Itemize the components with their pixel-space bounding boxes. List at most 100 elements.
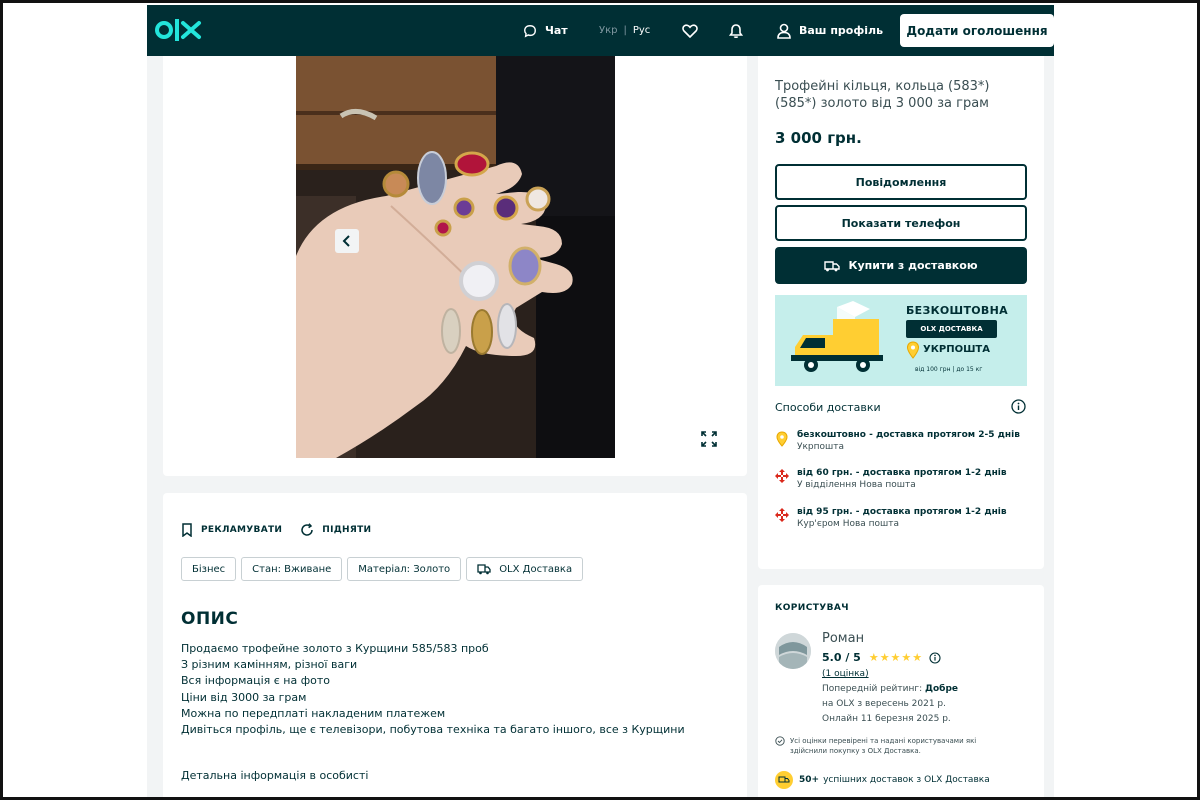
- language-switch: Укр | Рус: [599, 5, 650, 56]
- delivery-option-main: від 60 грн. - доставка протягом 1-2 днів: [797, 468, 1007, 478]
- raise-label: ПІДНЯТИ: [322, 525, 372, 535]
- promo-carrier: УКРПОШТА: [923, 344, 990, 355]
- seller-heading: КОРИСТУВАЧ: [775, 603, 849, 613]
- fullscreen-button[interactable]: [699, 429, 719, 449]
- heart-icon: [682, 23, 698, 38]
- seller-rating: 5.0 / 5 ★★★★★: [822, 651, 941, 664]
- previous-rating-label: Попередній рейтинг:: [822, 684, 923, 694]
- profile-label: Ваш профіль: [799, 24, 884, 37]
- buy-with-delivery-button[interactable]: Купити з доставкою: [775, 247, 1027, 284]
- olx-logo[interactable]: [155, 16, 207, 44]
- ad-title: Трофейні кільця, кольца (583*) (585*) зо…: [775, 79, 990, 111]
- bookmark-icon: [182, 523, 192, 537]
- tag-business: Бізнес: [181, 557, 237, 581]
- description-line: Продаємо трофейне золото з Курщини 585/5…: [181, 642, 489, 655]
- info-icon[interactable]: [1011, 399, 1026, 414]
- listing-details: РЕКЛАМУВАТИ ПІДНЯТИ Бізнес Стан: Вживане…: [163, 493, 747, 797]
- listing-photo[interactable]: [296, 56, 615, 458]
- deliveries-text: успішних доставок з OLX Доставка: [823, 775, 990, 785]
- chat-link[interactable]: Чат: [523, 5, 568, 56]
- ad-price: 3 000 грн.: [775, 129, 862, 147]
- description-more-info: Детальна інформація в особисті: [181, 769, 369, 782]
- rating-stars: ★★★★★: [868, 651, 924, 664]
- ukrposhta-pin-icon: [906, 341, 920, 359]
- delivery-truck-icon: [477, 564, 491, 575]
- description-text: Продаємо трофейне золото з Курщини 585/5…: [181, 641, 685, 738]
- description-line: Ціни від 3000 за грам: [181, 690, 307, 704]
- successful-deliveries: 50+ успішних доставок з OLX Доставка: [775, 771, 990, 789]
- reviews-link[interactable]: (1 оцінка): [822, 669, 869, 679]
- refresh-icon: [301, 523, 313, 536]
- favorites-button[interactable]: [682, 5, 706, 56]
- profile-link[interactable]: Ваш профіль: [777, 5, 883, 56]
- check-circle-icon: [775, 736, 785, 746]
- user-icon: [777, 23, 791, 39]
- seller-card: КОРИСТУВАЧ Роман 5.0 / 5 ★★★★★ (1 оцінка…: [758, 585, 1044, 797]
- avatar[interactable]: [775, 633, 811, 669]
- tag-material: Матеріал: Золото: [347, 557, 462, 581]
- listing-page: Чат Укр | Рус Ваш профіль Додати оголоше…: [147, 5, 1054, 797]
- delivery-option-main: від 95 грн. - доставка протягом 1-2 днів: [797, 507, 1007, 517]
- lang-ukr[interactable]: Укр: [599, 25, 617, 36]
- delivery-methods-heading: Способи доставки: [775, 401, 881, 414]
- promo-conditions: від 100 грн | до 15 кг: [915, 366, 983, 373]
- tag-olx-delivery: OLX Доставка: [466, 557, 584, 581]
- promote-action[interactable]: РЕКЛАМУВАТИ: [181, 523, 282, 537]
- tag-olx-delivery-label: OLX Доставка: [499, 563, 573, 575]
- free-delivery-banner[interactable]: БЕЗКОШТОВНА OLX ДОСТАВКА УКРПОШТА від 10…: [775, 295, 1027, 386]
- raise-action[interactable]: ПІДНЯТИ: [300, 523, 371, 537]
- last-online: Онлайн 11 березня 2025 р.: [822, 714, 951, 724]
- lang-rus[interactable]: Рус: [633, 25, 650, 36]
- seller-name[interactable]: Роман: [822, 631, 864, 646]
- olx-delivery-badge: OLX ДОСТАВКА: [906, 320, 997, 338]
- delivery-option-ukrposhta: безкоштовно - доставка протягом 2-5 днів…: [775, 429, 1020, 453]
- show-phone-button[interactable]: Показати телефон: [775, 205, 1027, 241]
- default-avatar-icon: [775, 633, 811, 669]
- delivery-option-nova-branch: від 60 грн. - доставка протягом 1-2 днів…: [775, 467, 1007, 491]
- notifications-button[interactable]: [729, 5, 751, 56]
- chat-icon: [524, 24, 536, 37]
- delivery-truck-icon: [824, 260, 841, 271]
- info-icon[interactable]: [929, 651, 941, 664]
- rings-on-hand-image: [296, 56, 615, 458]
- bell-icon: [729, 23, 743, 38]
- description-line: Можна по передплаті накладеним платежем: [181, 706, 446, 720]
- description-title: ОПИС: [181, 609, 239, 629]
- tag-condition: Стан: Вживане: [241, 557, 343, 581]
- delivery-truck-illustration: [791, 301, 883, 372]
- nova-poshta-icon: [775, 469, 789, 483]
- verified-ratings-note: Усі оцінки перевірені та надані користув…: [775, 736, 1005, 756]
- delivery-option-main: безкоштовно - доставка протягом 2-5 днів: [797, 430, 1020, 440]
- previous-rating-value: Добре: [924, 684, 959, 694]
- verified-ratings-text: Усі оцінки перевірені та надані користув…: [790, 737, 977, 755]
- promo-title: БЕЗКОШТОВНА: [906, 304, 1008, 317]
- deliveries-count: 50+: [799, 775, 820, 785]
- delivery-badge-icon: [775, 771, 793, 789]
- rating-value: 5.0 / 5: [822, 651, 861, 664]
- ukrposhta-pin-icon: [776, 431, 788, 447]
- chat-label: Чат: [545, 24, 568, 37]
- listing-actions: РЕКЛАМУВАТИ ПІДНЯТИ: [181, 523, 389, 537]
- expand-icon: [701, 431, 717, 447]
- listing-tags: Бізнес Стан: Вживане Матеріал: Золото OL…: [181, 557, 588, 581]
- add-listing-button[interactable]: Додати оголошення: [900, 14, 1054, 47]
- member-since: на OLX з вересень 2021 р.: [822, 699, 946, 709]
- top-header: Чат Укр | Рус Ваш профіль Додати оголоше…: [147, 5, 1054, 56]
- promote-label: РЕКЛАМУВАТИ: [201, 525, 283, 535]
- delivery-option-sub: Укрпошта: [797, 442, 845, 452]
- description-line: Вся інформація є на фото: [181, 674, 331, 688]
- description-line: Дивіться профіль, ще є телевізори, побут…: [181, 723, 685, 737]
- previous-rating: Попередній рейтинг: Добре: [822, 684, 958, 694]
- nova-poshta-icon: [775, 508, 789, 522]
- description-line: З різним камінням, різної ваги: [181, 658, 358, 672]
- delivery-option-nova-courier: від 95 грн. - доставка протягом 1-2 днів…: [775, 506, 1007, 530]
- delivery-option-sub: Кур'єром Нова пошта: [797, 519, 900, 529]
- message-button[interactable]: Повідомлення: [775, 164, 1027, 200]
- chevron-left-icon: [342, 235, 350, 247]
- prev-photo-button[interactable]: [335, 229, 359, 253]
- photo-gallery: [163, 56, 869, 476]
- delivery-option-sub: У відділення Нова пошта: [797, 480, 916, 490]
- lang-separator: |: [623, 25, 627, 36]
- ad-info-panel: Трофейні кільця, кольца (583*) (585*) зо…: [758, 56, 1044, 569]
- buy-with-delivery-label: Купити з доставкою: [848, 259, 978, 272]
